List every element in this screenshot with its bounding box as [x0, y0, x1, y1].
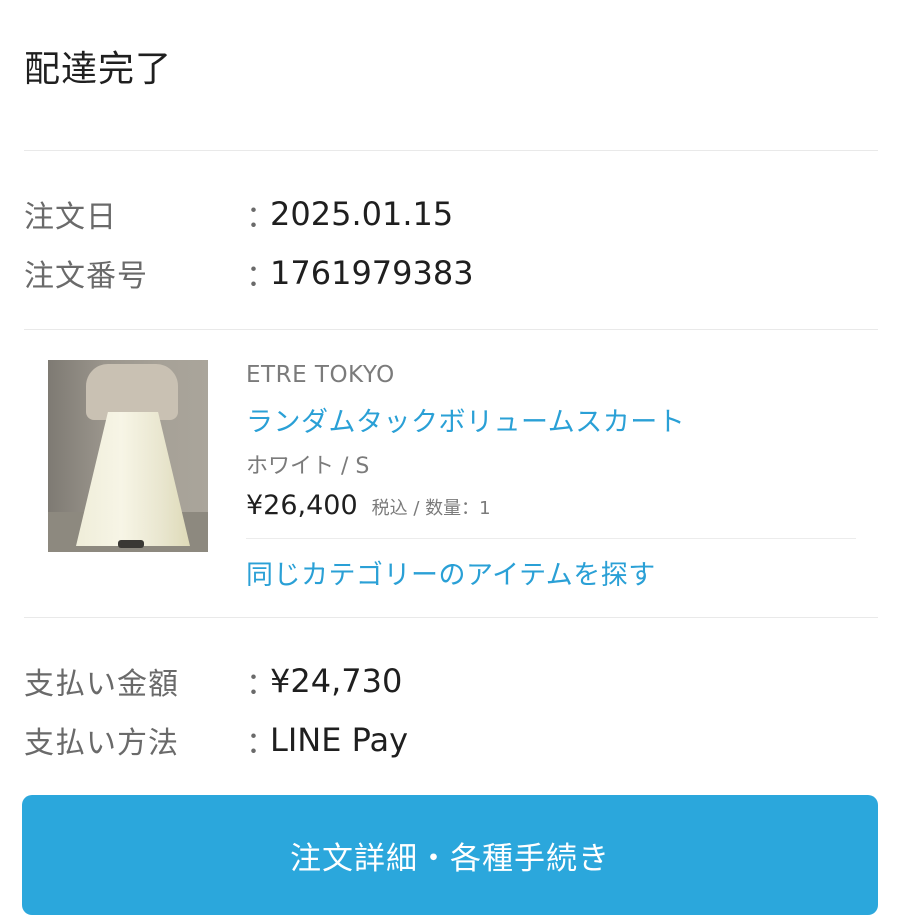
order-number-row: 注文番号 ： 1761979383: [24, 251, 474, 295]
payment-amount-label: 支払い金額: [24, 667, 179, 702]
image-shoe: [118, 540, 144, 548]
colon: ：: [246, 667, 276, 702]
order-date-value: 2025.01.15: [270, 195, 454, 233]
payment-method-row: 支払い方法 ： LINE Pay: [24, 718, 408, 762]
order-number-label: 注文番号: [24, 259, 148, 294]
order-details-button[interactable]: 注文詳細・各種手続き: [22, 795, 878, 915]
order-date-label: 注文日: [24, 200, 117, 235]
price-note: 税込 / 数量：1: [371, 498, 491, 519]
similar-items-link[interactable]: 同じカテゴリーのアイテムを探す: [246, 553, 656, 592]
product-price-row: ¥26,400 税込 / 数量：1: [246, 490, 491, 521]
order-status-title: 配達完了: [24, 49, 173, 90]
product-name-link[interactable]: ランダムタックボリュームスカート: [246, 400, 685, 439]
payment-amount-value: ¥24,730: [270, 662, 403, 700]
order-number-value: 1761979383: [270, 254, 474, 292]
divider: [24, 617, 878, 618]
divider: [24, 329, 878, 330]
image-blouse: [86, 364, 178, 420]
payment-method-value: LINE Pay: [270, 721, 408, 759]
colon: ：: [246, 200, 276, 235]
order-date-row: 注文日 ： 2025.01.15: [24, 192, 453, 236]
product-brand: ETRE TOKYO: [246, 362, 395, 388]
product-variant: ホワイト / S: [246, 454, 370, 479]
colon: ：: [246, 726, 276, 761]
product-price: ¥26,400: [246, 490, 358, 521]
payment-amount-row: 支払い金額 ： ¥24,730: [24, 659, 402, 703]
colon: ：: [246, 259, 276, 294]
product-image[interactable]: [48, 360, 208, 552]
divider: [24, 150, 878, 151]
divider: [246, 538, 856, 539]
payment-method-label: 支払い方法: [24, 726, 179, 761]
